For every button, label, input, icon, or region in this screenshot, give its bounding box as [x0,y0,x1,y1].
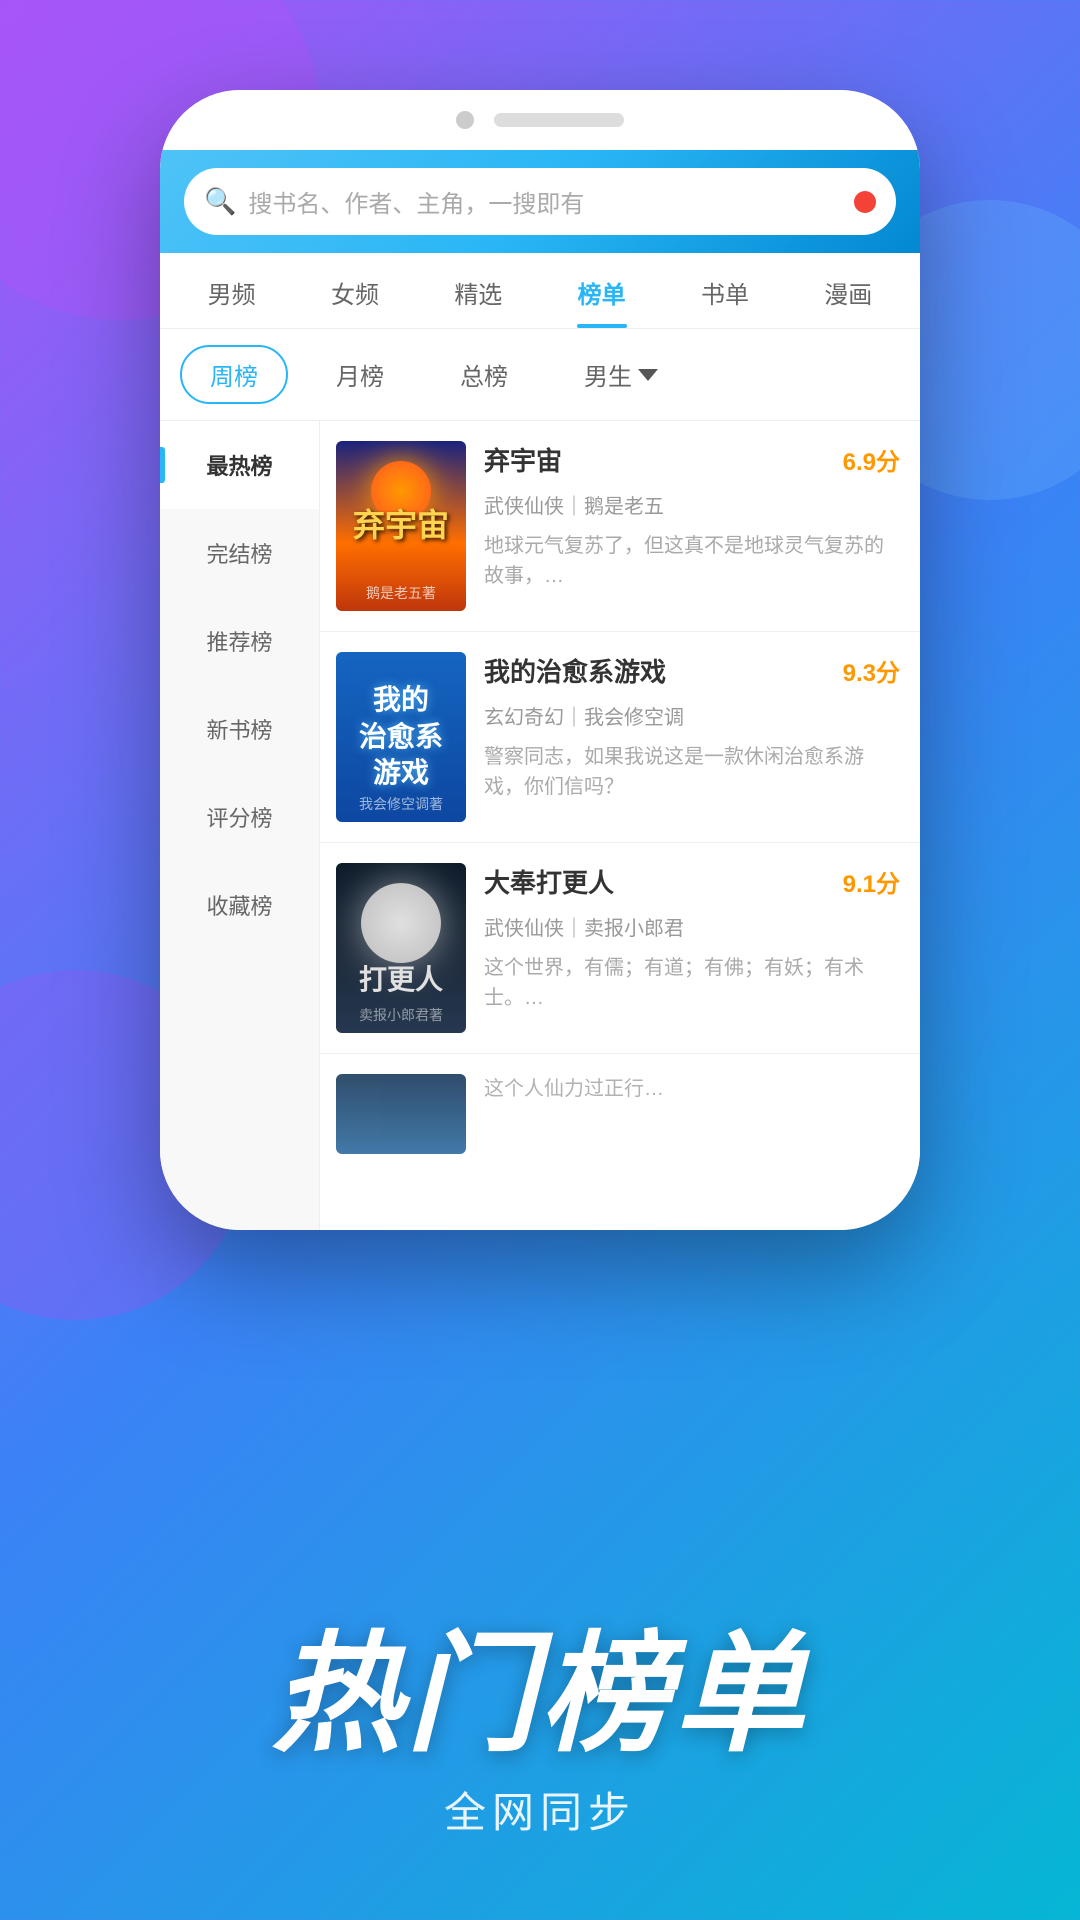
tab-male[interactable]: 男频 [170,253,293,328]
nav-tabs: 男频 女频 精选 榜单 书单 漫画 [160,253,920,329]
book-item-2[interactable]: 我的 治愈系 游戏 我会修空调著 我的治愈系游戏 9.3分 玄幻奇幻｜我会修空调 [320,632,920,843]
book-desc-2: 警察同志，如果我说这是一款休闲治愈系游戏，你们信吗？ [484,742,900,802]
sidebar-item-collected[interactable]: 收藏榜 [160,861,319,949]
bottom-section: 热门榜单 全网同步 [0,1260,1080,1920]
book-title-row-2: 我的治愈系游戏 9.3分 [484,652,900,689]
book-info-2: 我的治愈系游戏 9.3分 玄幻奇幻｜我会修空调 警察同志，如果我说这是一款休闲治… [484,652,900,802]
search-placeholder: 搜书名、作者、主角，一搜即有 [248,184,854,219]
book-score-1: 6.9分 [843,442,900,477]
tab-manga[interactable]: 漫画 [787,253,910,328]
sub-nav-weekly[interactable]: 周榜 [180,345,288,404]
book-info-3: 大奉打更人 9.1分 武侠仙侠｜卖报小郎君 这个世界，有儒；有道；有佛；有妖；有… [484,863,900,1013]
cover-1-title: 弃宇宙 [353,505,449,547]
mic-button[interactable] [854,191,876,213]
tab-female[interactable]: 女频 [293,253,416,328]
book-cover-2: 我的 治愈系 游戏 我会修空调著 [336,652,466,822]
search-icon: 🔍 [204,186,236,217]
book-score-3: 9.1分 [843,864,900,899]
book-list: 弃宇宙 鹅是老五著 弃宇宙 6.9分 武侠仙侠｜鹅是老五 地球元气复苏了，但这真… [320,421,920,1230]
book-meta-1: 武侠仙侠｜鹅是老五 [484,490,900,519]
sidebar: 最热榜 完结榜 推荐榜 新书榜 评分榜 收藏榜 [160,421,320,1230]
book-title-2: 我的治愈系游戏 [484,652,666,689]
book-title-3: 大奉打更人 [484,863,614,900]
book-item-1[interactable]: 弃宇宙 鹅是老五著 弃宇宙 6.9分 武侠仙侠｜鹅是老五 地球元气复苏了，但这真… [320,421,920,632]
book-info-1: 弃宇宙 6.9分 武侠仙侠｜鹅是老五 地球元气复苏了，但这真不是地球灵气复苏的故… [484,441,900,591]
sidebar-item-completed[interactable]: 完结榜 [160,509,319,597]
sidebar-item-recommended[interactable]: 推荐榜 [160,597,319,685]
sidebar-item-hot[interactable]: 最热榜 [160,421,319,509]
speaker-bar [494,113,624,127]
camera-dot [456,111,474,129]
dropdown-arrow-icon [638,369,658,381]
book-cover-1: 弃宇宙 鹅是老五著 [336,441,466,611]
sub-nav: 周榜 月榜 总榜 男生 [160,329,920,421]
cover-2-sub: 我会修空调著 [359,794,443,814]
book-desc-3: 这个世界，有儒；有道；有佛；有妖；有术士。… [484,953,900,1013]
book-meta-2: 玄幻奇幻｜我会修空调 [484,701,900,730]
book-title-row-3: 大奉打更人 9.1分 [484,863,900,900]
tab-featured[interactable]: 精选 [417,253,540,328]
book-item-4[interactable]: 这个人仙力过正行… [320,1054,920,1164]
hot-list-subtitle: 全网同步 [444,1779,636,1840]
phone-notch [160,90,920,150]
sub-nav-total[interactable]: 总榜 [432,347,536,402]
book-item-3[interactable]: 打更人 卖报小郎君著 大奉打更人 9.1分 武侠仙侠｜卖报小郎君 这个世界，有儒… [320,843,920,1054]
book-cover-4 [336,1074,466,1154]
search-bar[interactable]: 🔍 搜书名、作者、主角，一搜即有 [184,168,896,235]
cover-3-sub: 卖报小郎君著 [359,1005,443,1025]
sub-nav-male[interactable]: 男生 [556,347,686,402]
book-cover-3: 打更人 卖报小郎君著 [336,863,466,1033]
sidebar-item-rated[interactable]: 评分榜 [160,773,319,861]
book-desc-1: 地球元气复苏了，但这真不是地球灵气复苏的故事，… [484,531,900,591]
book-desc-4: 这个人仙力过正行… [484,1074,900,1104]
book-info-4: 这个人仙力过正行… [484,1074,900,1104]
hot-list-title: 热门榜单 [272,1629,808,1759]
sidebar-item-new[interactable]: 新书榜 [160,685,319,773]
sub-nav-monthly[interactable]: 月榜 [308,347,412,402]
book-title-1: 弃宇宙 [484,441,562,478]
main-content: 最热榜 完结榜 推荐榜 新书榜 评分榜 收藏榜 弃宇宙 鹅是老五著 弃 [160,421,920,1230]
tab-ranking[interactable]: 榜单 [540,253,663,328]
tab-booklist[interactable]: 书单 [663,253,786,328]
cover-1-sub: 鹅是老五著 [366,583,436,603]
book-meta-3: 武侠仙侠｜卖报小郎君 [484,912,900,941]
search-bar-container: 🔍 搜书名、作者、主角，一搜即有 [160,150,920,253]
book-score-2: 9.3分 [843,653,900,688]
phone-screen: 🔍 搜书名、作者、主角，一搜即有 男频 女频 精选 榜单 书单 漫画 周榜 月榜… [160,150,920,1230]
cover-2-title: 我的 治愈系 游戏 [359,682,443,791]
book-title-row-1: 弃宇宙 6.9分 [484,441,900,478]
cover-3-title: 打更人 [359,958,443,998]
phone-frame: 🔍 搜书名、作者、主角，一搜即有 男频 女频 精选 榜单 书单 漫画 周榜 月榜… [160,90,920,1230]
